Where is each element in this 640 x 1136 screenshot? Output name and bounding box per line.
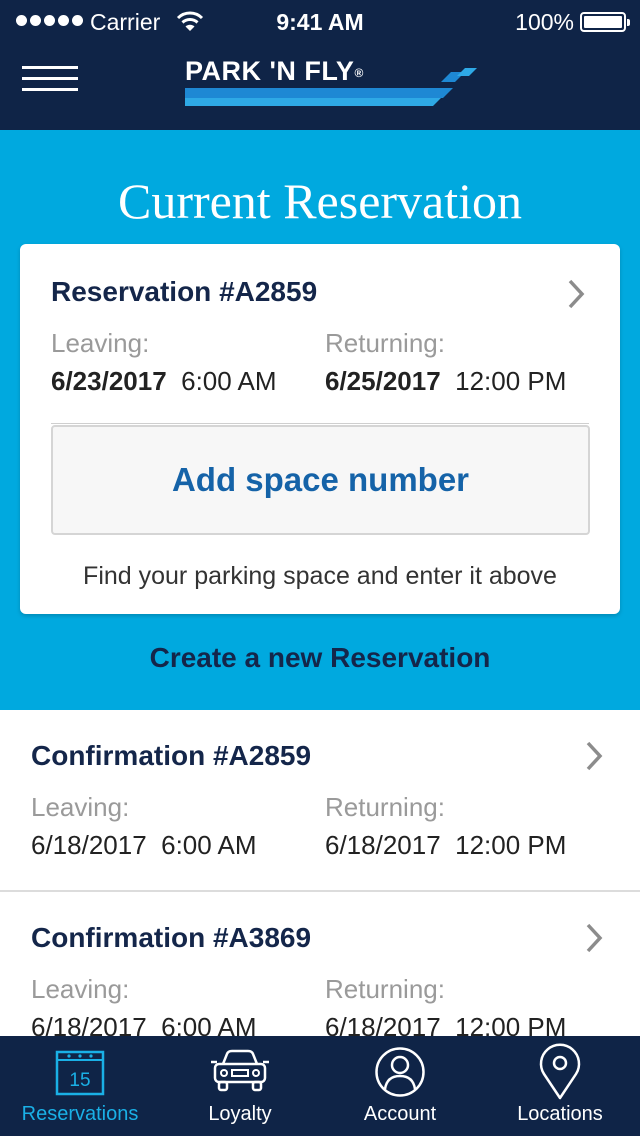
leaving-date: 6/18/2017	[31, 1012, 147, 1036]
leaving-datetime: 6/23/2017 6:00 AM	[51, 366, 277, 397]
chevron-right-icon[interactable]	[584, 740, 604, 777]
tab-label: Reservations	[21, 1103, 139, 1125]
leaving-date: 6/18/2017	[31, 830, 147, 860]
chevron-right-icon[interactable]	[566, 278, 586, 315]
section-title: Current Reservation	[117, 173, 523, 229]
returning-date: 6/18/2017	[325, 830, 441, 860]
tab-bar: 15 Reservations Loyalty Account Location…	[0, 1036, 640, 1136]
list-item[interactable]: Confirmation #A2859 Leaving: Returning: …	[0, 710, 640, 892]
location-pin-icon	[538, 1043, 582, 1105]
returning-datetime: 6/18/2017 12:00 PM	[325, 1012, 566, 1036]
battery-percentage: 100%	[515, 9, 574, 35]
leaving-time: 6:00 AM	[161, 830, 257, 860]
tab-account[interactable]: Account	[320, 1036, 480, 1136]
leaving-time: 6:00 AM	[181, 366, 277, 396]
add-space-number-button[interactable]: Add space number	[51, 425, 590, 535]
tab-reservations[interactable]: 15 Reservations	[0, 1036, 160, 1136]
returning-time: 12:00 PM	[455, 366, 567, 396]
current-reservation-card[interactable]: Reservation #A2859 Leaving: Returning: 6…	[20, 244, 620, 614]
returning-label: Returning:	[325, 792, 445, 822]
leaving-date: 6/23/2017	[51, 366, 167, 396]
leaving-datetime: 6/18/2017 6:00 AM	[31, 1012, 257, 1036]
returning-datetime: 6/18/2017 12:00 PM	[325, 830, 566, 861]
tab-label: Loyalty	[208, 1103, 272, 1125]
leaving-label: Leaving:	[51, 328, 150, 358]
returning-time: 12:00 PM	[455, 830, 567, 860]
battery-icon	[580, 12, 630, 32]
leaving-label: Leaving:	[31, 974, 130, 1004]
list-item[interactable]: Confirmation #A3869 Leaving: Returning: …	[0, 892, 640, 1036]
car-icon	[211, 1046, 269, 1101]
status-bar: Carrier 9:41 AM 100%	[0, 0, 640, 44]
hamburger-menu-icon[interactable]	[22, 66, 78, 92]
leaving-datetime: 6/18/2017 6:00 AM	[31, 830, 257, 861]
reservation-number: Reservation #A2859	[51, 276, 318, 307]
app-header: Carrier 9:41 AM 100% PARK 'N FLY®	[0, 0, 640, 130]
create-new-reservation-link[interactable]: Create a new Reservation	[0, 642, 640, 674]
returning-date: 6/18/2017	[325, 1012, 441, 1036]
returning-date: 6/25/2017	[325, 366, 441, 396]
calendar-icon: 15	[55, 1046, 105, 1101]
calendar-day: 15	[69, 1070, 90, 1091]
divider	[51, 423, 589, 424]
leaving-time: 6:00 AM	[161, 1012, 257, 1036]
confirmation-number: Confirmation #A3869	[31, 922, 312, 953]
tab-label: Account	[363, 1103, 437, 1125]
returning-label: Returning:	[325, 328, 445, 358]
tab-locations[interactable]: Locations	[480, 1036, 640, 1136]
add-space-hint: Find your parking space and enter it abo…	[83, 562, 557, 590]
chevron-right-icon[interactable]	[584, 922, 604, 959]
tab-loyalty[interactable]: Loyalty	[160, 1036, 320, 1136]
current-reservation-section: Current Reservation Reservation #A2859 L…	[0, 130, 640, 710]
confirmation-list[interactable]: Confirmation #A2859 Leaving: Returning: …	[0, 710, 640, 1036]
tab-label: Locations	[517, 1103, 603, 1125]
returning-label: Returning:	[325, 974, 445, 1004]
confirmation-number: Confirmation #A2859	[31, 740, 312, 771]
park-n-fly-logo: PARK 'N FLY®	[185, 54, 477, 110]
user-icon	[374, 1046, 426, 1103]
leaving-label: Leaving:	[31, 792, 130, 822]
returning-datetime: 6/25/2017 12:00 PM	[325, 366, 566, 397]
returning-time: 12:00 PM	[455, 1012, 567, 1036]
